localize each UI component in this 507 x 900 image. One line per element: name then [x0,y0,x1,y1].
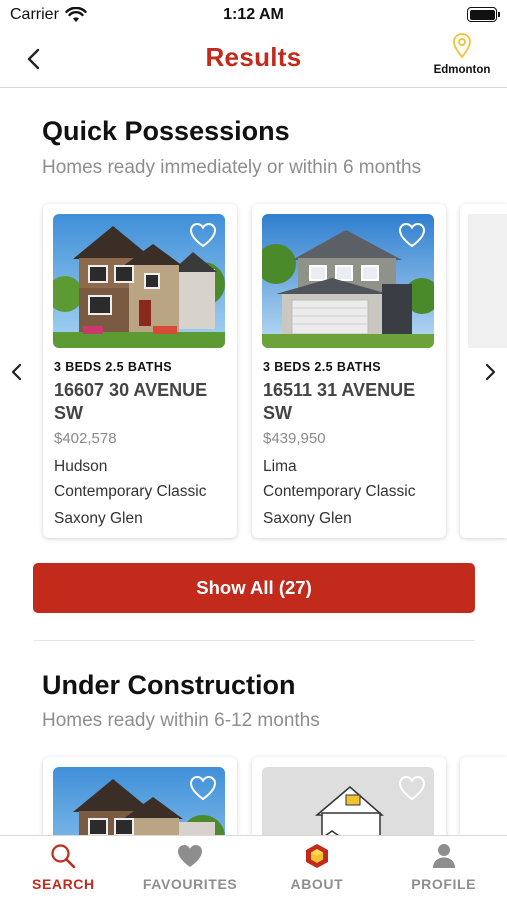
listing-address: 16607 30 AVENUE SW [54,380,208,423]
listing-community: Saxony Glen [54,510,143,527]
heart-icon [178,845,203,867]
listing-style: Contemporary Classic [54,483,207,500]
location-label: Edmonton [433,64,491,76]
tab-label: PROFILE [411,876,477,892]
tab-bar: SEARCH FAVOURITES ABOUT PROFILE [0,835,507,900]
carousel-prev-arrow[interactable] [8,361,26,383]
tab-about[interactable]: ABOUT [254,836,381,900]
house-photo [53,214,225,348]
tab-profile[interactable]: PROFILE [380,836,507,900]
tab-label: FAVOURITES [142,876,238,892]
tab-label: ABOUT [290,876,344,892]
show-all-button[interactable]: Show All (27) [33,563,475,613]
status-bar: Carrier 1:12 AM [0,0,507,32]
section-divider [33,640,475,641]
listing-price: $402,578 [54,430,117,447]
beds-baths: 3 BEDS 2.5 BATHS [54,360,173,374]
listing-card[interactable]: 3 BEDS 2.5 BATHS 16511 31 AVENUE SW $439… [252,204,446,538]
house-photo [262,214,434,348]
favourite-heart-icon[interactable] [189,775,217,801]
tab-search[interactable]: SEARCH [0,836,127,900]
listing-card[interactable]: 3 BEDS 2.5 BATHS 16607 30 AVENUE SW $402… [43,204,237,538]
person-icon [432,844,455,868]
listing-community: Saxony Glen [263,510,352,527]
location-pin-icon [453,33,471,59]
listing-price: $439,950 [263,430,326,447]
listing-style: Contemporary Classic [263,483,416,500]
beds-baths: 3 BEDS 2.5 BATHS [263,360,382,374]
favourite-heart-icon[interactable] [398,775,426,801]
listing-model: Hudson [54,458,108,475]
battery-icon [467,7,500,22]
location-selector[interactable]: Edmonton [429,32,495,88]
favourite-heart-icon[interactable] [189,222,217,248]
search-icon [51,844,76,869]
tab-label: SEARCH [32,876,95,892]
listing-model: Lima [263,458,297,475]
section-title-under-construction: Under Construction [42,670,296,700]
section-title-quick-possessions: Quick Possessions [42,116,290,146]
carousel-next-arrow[interactable] [481,361,499,383]
section-subtitle-quick-possessions: Homes ready immediately or within 6 mont… [42,157,422,178]
nav-bar: Results Edmonton [0,32,507,88]
cube-logo-icon [305,844,328,868]
status-time: 1:12 AM [223,6,284,23]
favourite-heart-icon[interactable] [398,222,426,248]
listing-address: 16511 31 AVENUE SW [263,380,416,423]
tab-favourites[interactable]: FAVOURITES [127,836,254,900]
section-subtitle-under-construction: Homes ready within 6-12 months [42,710,320,731]
